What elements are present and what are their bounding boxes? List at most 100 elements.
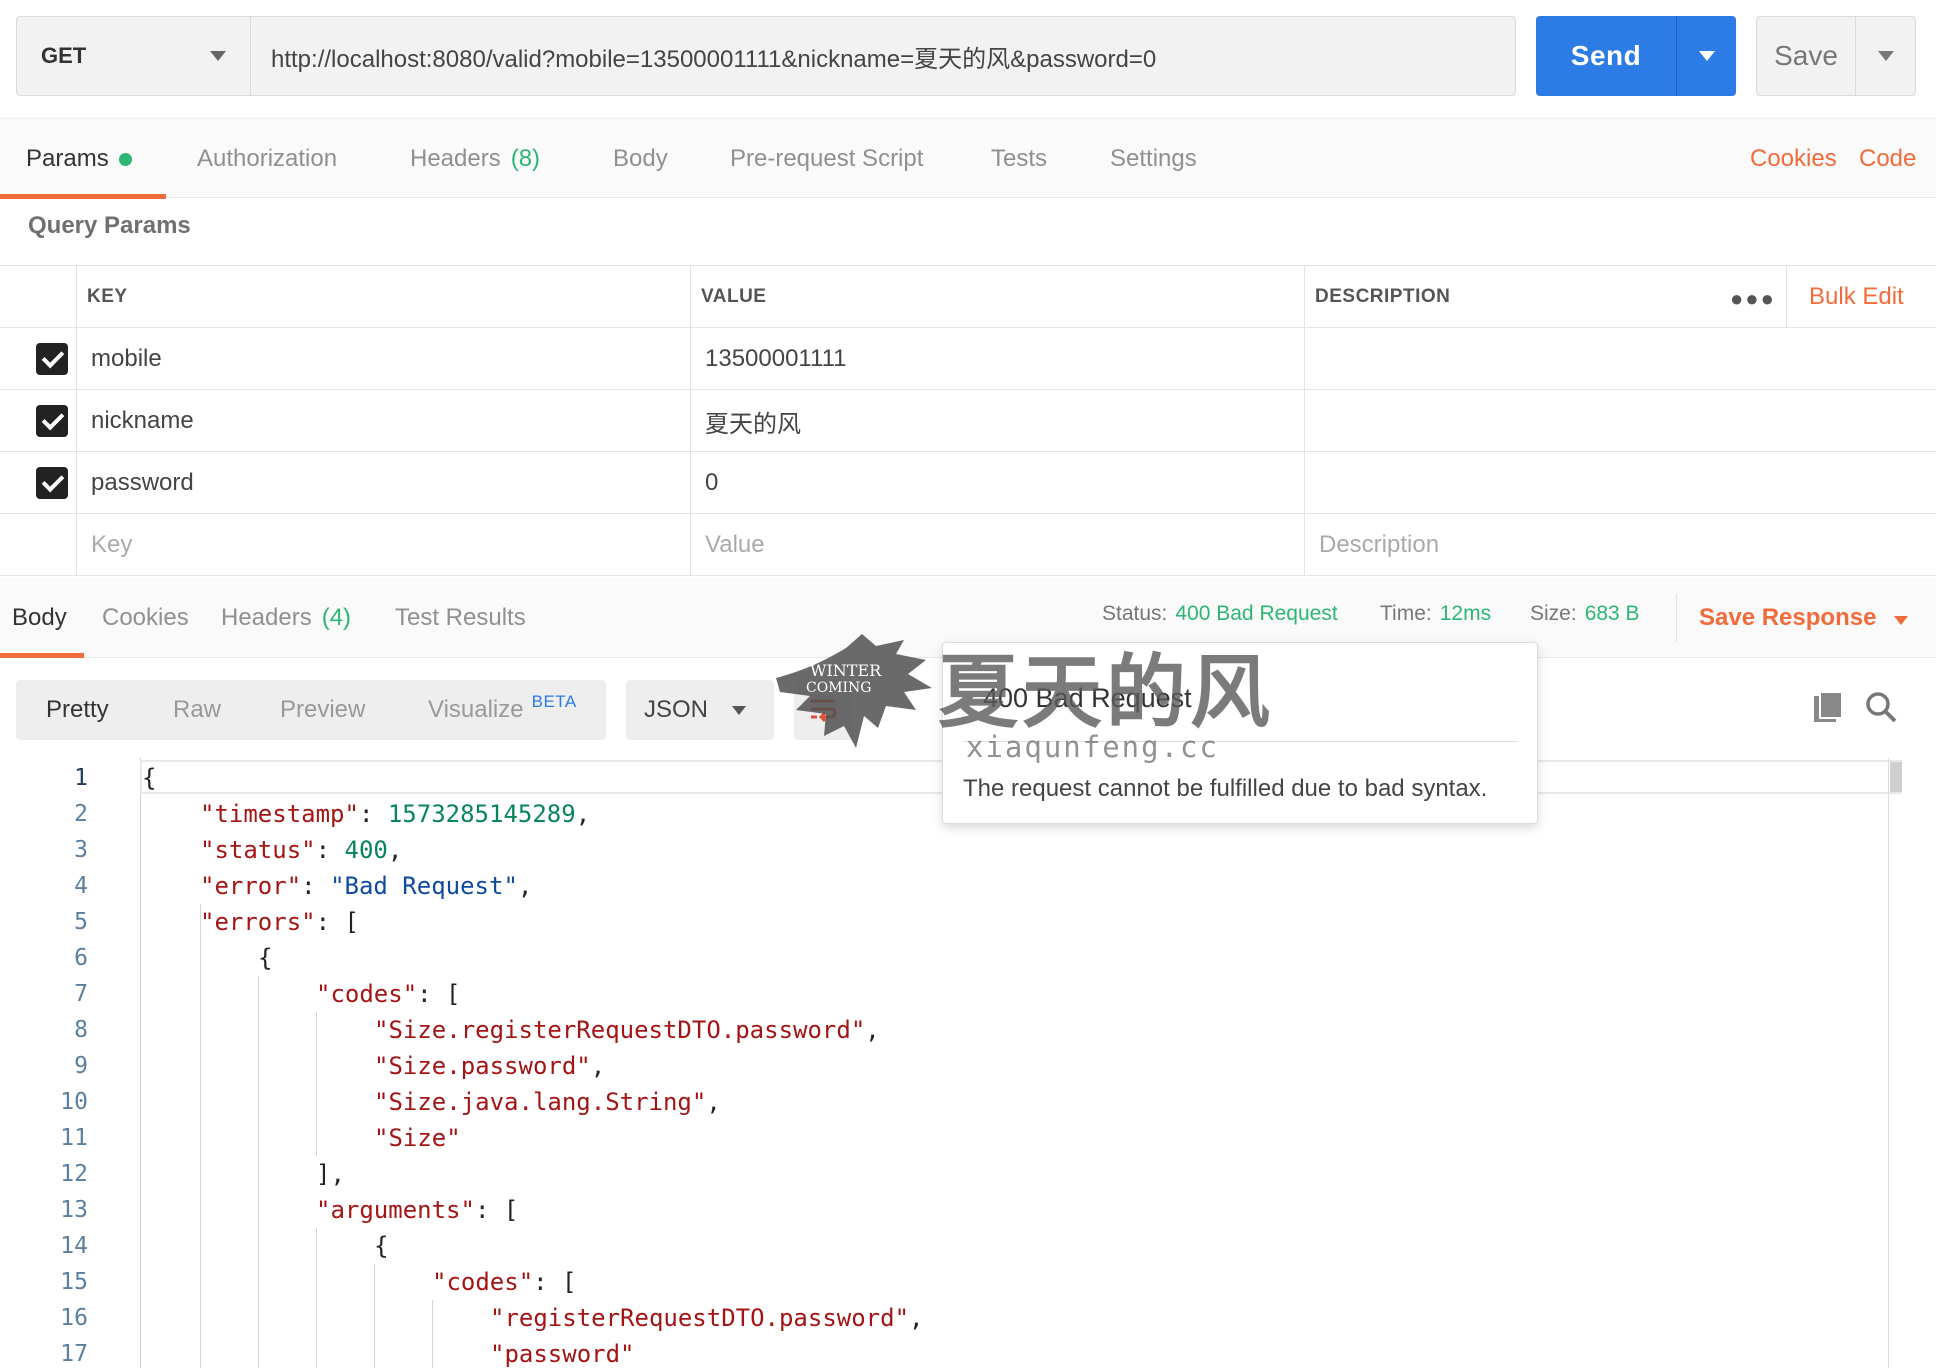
- param-checkbox[interactable]: [36, 405, 68, 437]
- code-token: {: [142, 764, 157, 792]
- format-raw[interactable]: Raw: [173, 680, 221, 740]
- watermark-site: xiaqunfeng.cc: [966, 730, 1219, 764]
- tab-params[interactable]: Params: [26, 119, 132, 199]
- method-select[interactable]: GET: [16, 16, 250, 96]
- code-line: ],: [316, 1156, 345, 1192]
- indent-guide: [258, 976, 259, 1368]
- code-token: "Bad Request": [330, 872, 518, 900]
- column-header-key: KEY: [76, 266, 690, 328]
- more-options-icon[interactable]: ●●●: [1730, 286, 1776, 312]
- code-line: "arguments": [: [316, 1192, 518, 1228]
- tab-settings[interactable]: Settings: [1110, 119, 1197, 199]
- tab-body[interactable]: Body: [613, 119, 668, 199]
- param-key[interactable]: mobile: [76, 328, 690, 390]
- tooltip-description: The request cannot be fulfilled due to b…: [963, 775, 1488, 802]
- size-readout[interactable]: Size: 683 B: [1530, 602, 1640, 626]
- line-number: 17: [60, 1341, 88, 1367]
- code-line: "Size.password",: [374, 1048, 605, 1084]
- response-tab-test-results[interactable]: Test Results: [395, 578, 526, 658]
- tab-headers[interactable]: Headers (8): [410, 119, 540, 199]
- code-token: "error": [200, 872, 302, 900]
- code-token: "Size": [374, 1124, 461, 1152]
- response-body-editor[interactable]: 1 2 3 4 5 6 7 8 9 10 11 12 13 14 15 16 17 {"timestamp": …: [0, 758, 1936, 1368]
- code-token: : [: [417, 980, 461, 1008]
- url-text: http://localhost:8080/valid?mobile=13500…: [271, 45, 1157, 73]
- send-options-chevron-down-icon[interactable]: [1677, 16, 1736, 96]
- status-label: Status:: [1102, 602, 1168, 625]
- param-description[interactable]: [1304, 452, 1936, 514]
- status-readout[interactable]: Status: 400 Bad Request: [1102, 602, 1338, 626]
- code-token: "status": [200, 836, 316, 864]
- url-input[interactable]: http://localhost:8080/valid?mobile=13500…: [250, 16, 1516, 96]
- param-key[interactable]: nickname: [76, 390, 690, 452]
- tab-pre-request-script[interactable]: Pre-request Script: [730, 119, 923, 199]
- new-param-row: Key Value Description: [0, 514, 1936, 576]
- line-number: 9: [74, 1053, 88, 1079]
- response-tab-body-label: Body: [12, 604, 67, 631]
- line-number: 5: [74, 909, 88, 935]
- column-header-value: VALUE: [690, 266, 1304, 328]
- param-description[interactable]: [1304, 390, 1936, 452]
- new-key-input[interactable]: Key: [76, 514, 690, 576]
- response-tab-headers-count: (4): [321, 604, 352, 631]
- bulk-edit-link[interactable]: Bulk Edit: [1786, 266, 1904, 328]
- param-description[interactable]: [1304, 328, 1936, 390]
- indent-guide: [200, 904, 201, 1368]
- tab-authorization[interactable]: Authorization: [197, 119, 337, 199]
- response-tab-headers[interactable]: Headers (4): [221, 578, 351, 658]
- format-preview[interactable]: Preview: [280, 680, 365, 740]
- line-number: 1: [74, 765, 88, 791]
- send-button[interactable]: Send: [1536, 40, 1676, 72]
- param-value[interactable]: 13500001111: [690, 328, 1304, 390]
- size-label: Size:: [1530, 602, 1577, 625]
- format-visualize[interactable]: Visualize BETA: [428, 680, 577, 740]
- param-value[interactable]: 夏天的风: [690, 390, 1304, 452]
- save-button[interactable]: Save: [1757, 40, 1855, 72]
- tab-pre-request-script-label: Pre-request Script: [730, 145, 924, 172]
- tab-body-label: Body: [613, 145, 668, 172]
- line-number: 14: [60, 1233, 88, 1259]
- code-token: 1573285145289: [387, 800, 576, 828]
- time-value: 12ms: [1439, 602, 1492, 625]
- code-token: "Size.password": [374, 1052, 591, 1080]
- format-pretty[interactable]: Pretty: [46, 680, 109, 740]
- tab-tests[interactable]: Tests: [991, 119, 1047, 199]
- code-token: : [: [315, 908, 359, 936]
- param-key[interactable]: password: [76, 452, 690, 514]
- table-row: mobile 13500001111: [0, 328, 1936, 390]
- code-token: ,: [575, 800, 591, 828]
- new-value-input[interactable]: Value: [690, 514, 1304, 576]
- code-link[interactable]: Code: [1859, 119, 1916, 199]
- indent-guide: [374, 1264, 375, 1368]
- language-select[interactable]: JSON: [626, 680, 774, 740]
- copy-icon[interactable]: [1812, 690, 1844, 724]
- line-number: 3: [74, 837, 88, 863]
- line-number: 7: [74, 981, 88, 1007]
- active-response-tab-underline: [0, 653, 84, 658]
- table-row: password 0: [0, 452, 1936, 514]
- indent-guide: [316, 1012, 317, 1156]
- time-readout[interactable]: Time: 12ms: [1380, 602, 1491, 626]
- response-tab-cookies[interactable]: Cookies: [102, 578, 189, 658]
- search-icon[interactable]: [1864, 690, 1898, 724]
- new-description-input[interactable]: Description: [1304, 514, 1936, 576]
- scrollbar[interactable]: [1888, 758, 1914, 1368]
- cookies-link[interactable]: Cookies: [1750, 119, 1837, 199]
- line-number: 8: [74, 1017, 88, 1043]
- param-checkbox[interactable]: [36, 467, 68, 499]
- save-options-chevron-down-icon[interactable]: [1856, 17, 1915, 95]
- scrollbar-thumb[interactable]: [1890, 762, 1902, 792]
- code-token: :: [315, 836, 345, 864]
- param-checkbox[interactable]: [36, 343, 68, 375]
- table-header-row: KEY VALUE DESCRIPTION ●●● Bulk Edit: [0, 266, 1936, 328]
- param-value[interactable]: 0: [690, 452, 1304, 514]
- save-response-button[interactable]: Save Response: [1676, 594, 1909, 642]
- save-response-label: Save Response: [1699, 604, 1877, 631]
- line-number: 10: [60, 1089, 88, 1115]
- format-mode-group: Pretty Raw Preview Visualize BETA: [16, 680, 606, 740]
- table-row: nickname 夏天的风: [0, 390, 1936, 452]
- tab-params-label: Params: [26, 145, 109, 172]
- tab-tests-label: Tests: [991, 145, 1048, 172]
- response-tab-body[interactable]: Body: [12, 578, 67, 658]
- code-token: "errors": [200, 908, 316, 936]
